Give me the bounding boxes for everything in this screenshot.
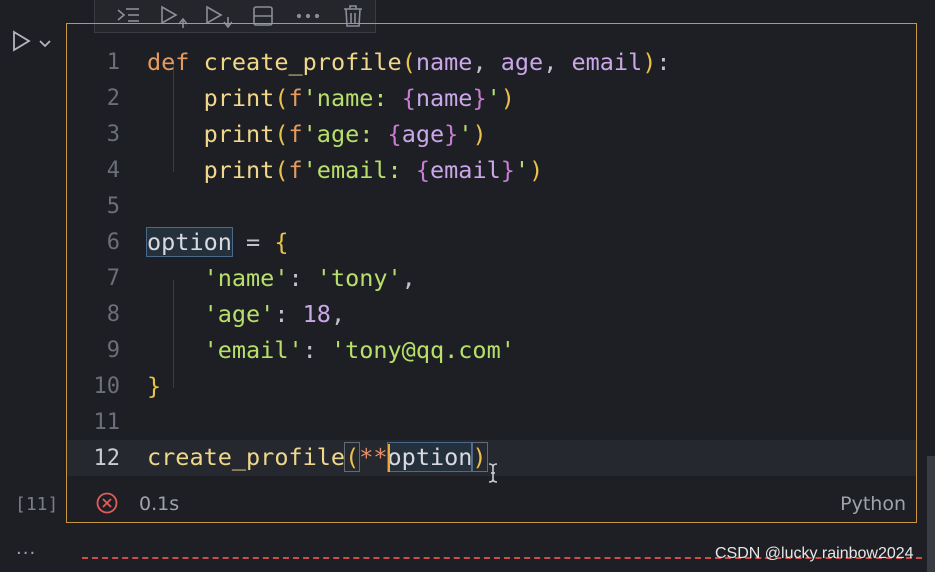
string: 'email:	[302, 156, 416, 184]
line-number: 1	[106, 49, 120, 75]
line-number: 3	[106, 121, 120, 147]
function-name: print	[203, 84, 275, 112]
unpack-operator: **	[359, 443, 388, 472]
error-icon[interactable]	[95, 491, 119, 515]
code-line[interactable]: 2 print(f'name: {name}')	[67, 80, 916, 116]
dict-key: 'name'	[203, 264, 289, 292]
code-line[interactable]: 3 print(f'age: {age}')	[67, 116, 916, 152]
line-number: 6	[106, 229, 120, 255]
language-selector[interactable]: Python	[840, 493, 906, 515]
variable: age	[401, 120, 445, 148]
function-name: create_profile	[147, 443, 346, 472]
ibeam-cursor-icon	[487, 462, 499, 484]
code-editor[interactable]: 1 def create_profile(name, age, email): …	[67, 44, 916, 483]
run-cell-area	[10, 30, 65, 56]
run-options-dropdown[interactable]	[38, 34, 52, 53]
line-number: 12	[93, 445, 121, 471]
string: '	[514, 156, 530, 184]
code-line[interactable]: 4 print(f'email: {email}')	[67, 152, 916, 188]
variable-highlight: option	[146, 227, 233, 257]
chevron-down-icon	[39, 39, 51, 47]
line-number: 2	[106, 85, 120, 111]
code-line[interactable]: 5	[67, 188, 916, 224]
execution-time: 0.1s	[139, 493, 180, 515]
line-number: 7	[106, 265, 120, 291]
line-number: 5	[106, 193, 120, 219]
assign-operator: =	[231, 228, 275, 256]
keyword: def	[147, 48, 190, 76]
code-line[interactable]: 7 'name': 'tony',	[67, 260, 916, 296]
run-icon	[13, 30, 31, 52]
code-line[interactable]: 1 def create_profile(name, age, email):	[67, 44, 916, 80]
variable-highlight: option	[386, 442, 474, 473]
fstring-prefix: f	[288, 84, 303, 112]
dict-value: 'tony@qq.com'	[330, 336, 515, 364]
param: email	[571, 48, 643, 76]
line-number: 9	[106, 337, 120, 363]
string: 'age:	[302, 120, 388, 148]
function-name: print	[203, 120, 275, 148]
watermark: CSDN @lucky rainbow2024	[715, 545, 914, 562]
code-line[interactable]: 6 option = {	[67, 224, 916, 260]
dict-value: 18	[302, 300, 331, 328]
dict-key: 'age'	[203, 300, 275, 328]
dict-key: 'email'	[203, 336, 303, 364]
string: '	[458, 120, 473, 148]
line-number: 11	[93, 409, 121, 435]
text-cursor	[387, 443, 390, 472]
variable: email	[430, 156, 501, 184]
execution-count: [11]	[15, 494, 59, 515]
string: '	[486, 84, 501, 112]
function-name: create_profile	[203, 48, 402, 76]
dict-value: 'tony'	[316, 264, 402, 292]
param: age	[500, 48, 544, 76]
code-cell[interactable]: 1 def create_profile(name, age, email): …	[15, 23, 917, 523]
param: name	[415, 48, 473, 76]
cell-status-bar: [11] 0.1s Python	[15, 484, 916, 522]
line-number: 8	[106, 301, 120, 327]
fstring-prefix: f	[288, 120, 303, 148]
more-actions-icon	[296, 13, 319, 19]
code-line[interactable]: 8 'age': 18,	[67, 296, 916, 332]
fstring-prefix: f	[288, 156, 303, 184]
output-more-button[interactable]: ···	[16, 543, 36, 564]
run-cell-button[interactable]	[10, 29, 32, 57]
code-line[interactable]: 9 'email': 'tony@qq.com'	[67, 332, 916, 368]
string: 'name:	[302, 84, 402, 112]
variable: name	[415, 84, 473, 112]
line-number: 10	[93, 373, 121, 399]
function-name: print	[203, 156, 275, 184]
line-number: 4	[106, 157, 120, 183]
code-line[interactable]: 11	[67, 404, 916, 440]
code-line[interactable]: 10 }	[67, 368, 916, 404]
scrollbar[interactable]	[927, 456, 935, 572]
